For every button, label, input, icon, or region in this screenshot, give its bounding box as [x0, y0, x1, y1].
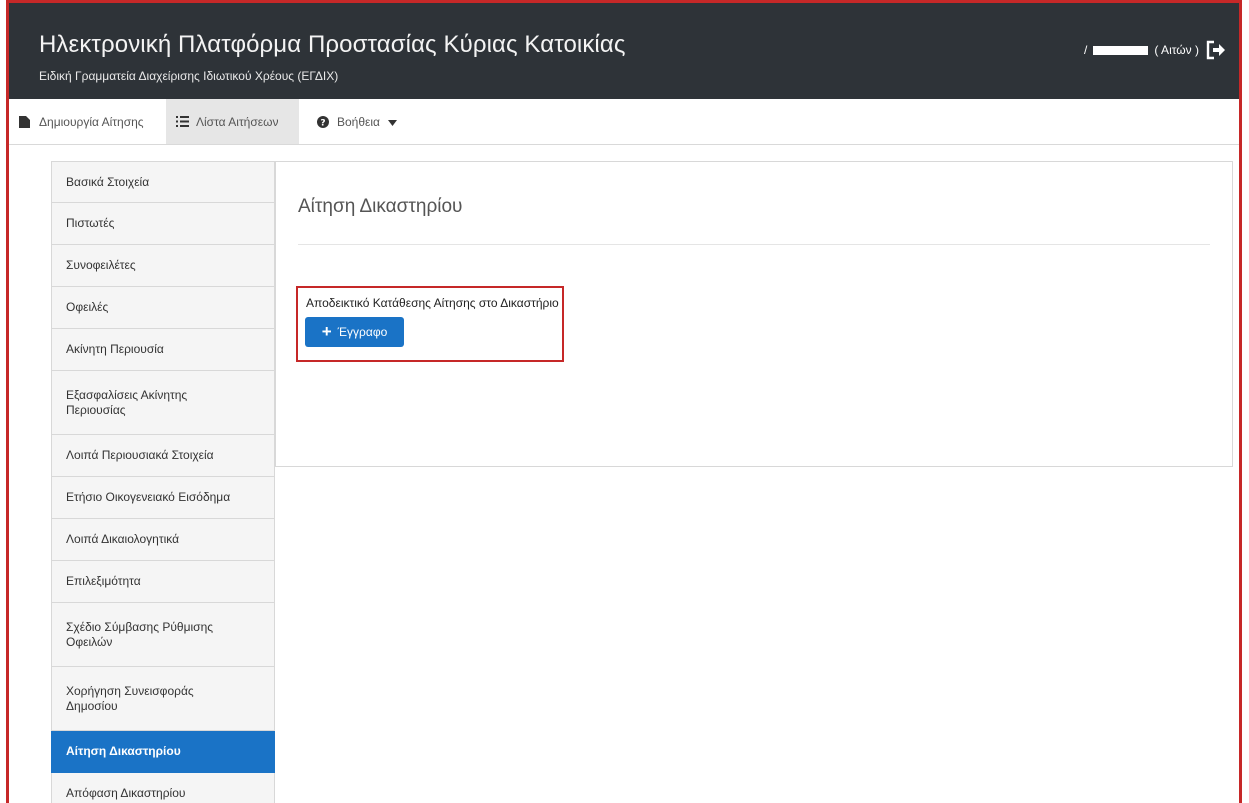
sidebar-item-settlement-draft[interactable]: Σχέδιο Σύμβασης Ρύθμισης Οφειλών — [51, 603, 275, 667]
sidebar-item-label: Βασικά Στοιχεία — [66, 174, 150, 189]
user-role: ( Αιτών ) — [1154, 43, 1199, 57]
menu-bar: Δημιουργία Αίτησης Λίστα Αιτήσεων ? Βοήθ… — [9, 99, 1239, 145]
caret-down-icon — [387, 115, 397, 129]
menu-create-application[interactable]: Δημιουργία Αίτησης — [9, 99, 166, 144]
sidebar-item-label: Επιλεξιμότητα — [66, 574, 141, 588]
list-icon — [176, 115, 189, 128]
sidebar-item-eligibility[interactable]: Επιλεξιμότητα — [51, 561, 275, 603]
sidebar-item-basic-info[interactable]: Βασικά Στοιχεία — [51, 161, 275, 203]
app-subtitle: Ειδική Γραμματεία Διαχείρισης Ιδιωτικού … — [39, 69, 339, 83]
content-panel: Αίτηση Δικαστηρίου Αποδεικτικό Κατάθεσης… — [275, 161, 1233, 467]
menu-list-label: Λίστα Αιτήσεων — [196, 114, 279, 129]
menu-application-list[interactable]: Λίστα Αιτήσεων — [166, 99, 299, 144]
sidebar-item-label: Απόφαση Δικαστηρίου — [66, 786, 186, 800]
sidebar-item-label: Οφειλές — [66, 300, 109, 314]
user-prefix: / — [1084, 43, 1088, 57]
sidebar-item-label: Αίτηση Δικαστηρίου — [66, 744, 181, 758]
sidebar-item-label: Λοιπά Περιουσιακά Στοιχεία — [66, 448, 214, 462]
title-divider — [298, 244, 1210, 245]
sidebar-item-state-contribution[interactable]: Χορήγηση Συνεισφοράς Δημοσίου — [51, 667, 275, 731]
sidebar-item-creditors[interactable]: Πιστωτές — [51, 203, 275, 245]
svg-text:?: ? — [320, 118, 325, 128]
question-circle-icon: ? — [317, 115, 329, 128]
plus-icon: + — [321, 322, 332, 341]
page-title: Αίτηση Δικαστηρίου — [298, 196, 463, 217]
sidebar-item-co-debtors[interactable]: Συνοφειλέτες — [51, 245, 275, 287]
sidebar-item-label: Σχέδιο Σύμβασης Ρύθμισης Οφειλών — [66, 619, 214, 649]
user-info: / ( Αιτών ) — [1084, 39, 1227, 61]
logout-icon[interactable] — [1205, 39, 1227, 61]
top-bar: Ηλεκτρονική Πλατφόρμα Προστασίας Κύριας … — [9, 3, 1239, 99]
app-frame: Ηλεκτρονική Πλατφόρμα Προστασίας Κύριας … — [6, 0, 1242, 803]
sidebar-item-label: Λοιπά Δικαιολογητικά — [66, 532, 180, 546]
add-document-button[interactable]: + Έγγραφο — [305, 317, 404, 347]
sidebar-item-label: Συνοφειλέτες — [66, 258, 136, 272]
sidebar: Βασικά Στοιχεία Πιστωτές Συνοφειλέτες Οφ… — [51, 161, 275, 803]
sidebar-item-other-assets[interactable]: Λοιπά Περιουσιακά Στοιχεία — [51, 435, 275, 477]
sidebar-item-court-application[interactable]: Αίτηση Δικαστηρίου — [51, 731, 275, 773]
highlight-box: Αποδεικτικό Κατάθεσης Αίτησης στο Δικαστ… — [296, 286, 564, 362]
sidebar-item-family-income[interactable]: Ετήσιο Οικογενειακό Εισόδημα — [51, 477, 275, 519]
sidebar-item-debts[interactable]: Οφειλές — [51, 287, 275, 329]
document-label: Αποδεικτικό Κατάθεσης Αίτησης στο Δικαστ… — [306, 296, 559, 310]
menu-help-label: Βοήθεια — [337, 114, 380, 129]
menu-create-label: Δημιουργία Αίτησης — [39, 114, 144, 129]
app-title: Ηλεκτρονική Πλατφόρμα Προστασίας Κύριας … — [39, 31, 626, 58]
sidebar-item-court-decision[interactable]: Απόφαση Δικαστηρίου — [51, 773, 275, 803]
file-icon — [19, 115, 31, 128]
menu-help-dropdown[interactable]: ? Βοήθεια — [307, 99, 407, 144]
sidebar-item-label: Χορήγηση Συνεισφοράς Δημοσίου — [66, 683, 194, 713]
sidebar-item-label: Πιστωτές — [66, 216, 115, 230]
sidebar-item-real-estate-collateral[interactable]: Εξασφαλίσεις Ακίνητης Περιουσίας — [51, 371, 275, 435]
sidebar-item-label: Εξασφαλίσεις Ακίνητης Περιουσίας — [66, 387, 188, 417]
add-document-label: Έγγραφο — [337, 325, 388, 339]
sidebar-item-real-estate[interactable]: Ακίνητη Περιουσία — [51, 329, 275, 371]
redacted-username — [1093, 45, 1149, 55]
sidebar-item-label: Ακίνητη Περιουσία — [66, 342, 164, 356]
sidebar-item-other-documents[interactable]: Λοιπά Δικαιολογητικά — [51, 519, 275, 561]
sidebar-item-label: Ετήσιο Οικογενειακό Εισόδημα — [66, 490, 231, 504]
